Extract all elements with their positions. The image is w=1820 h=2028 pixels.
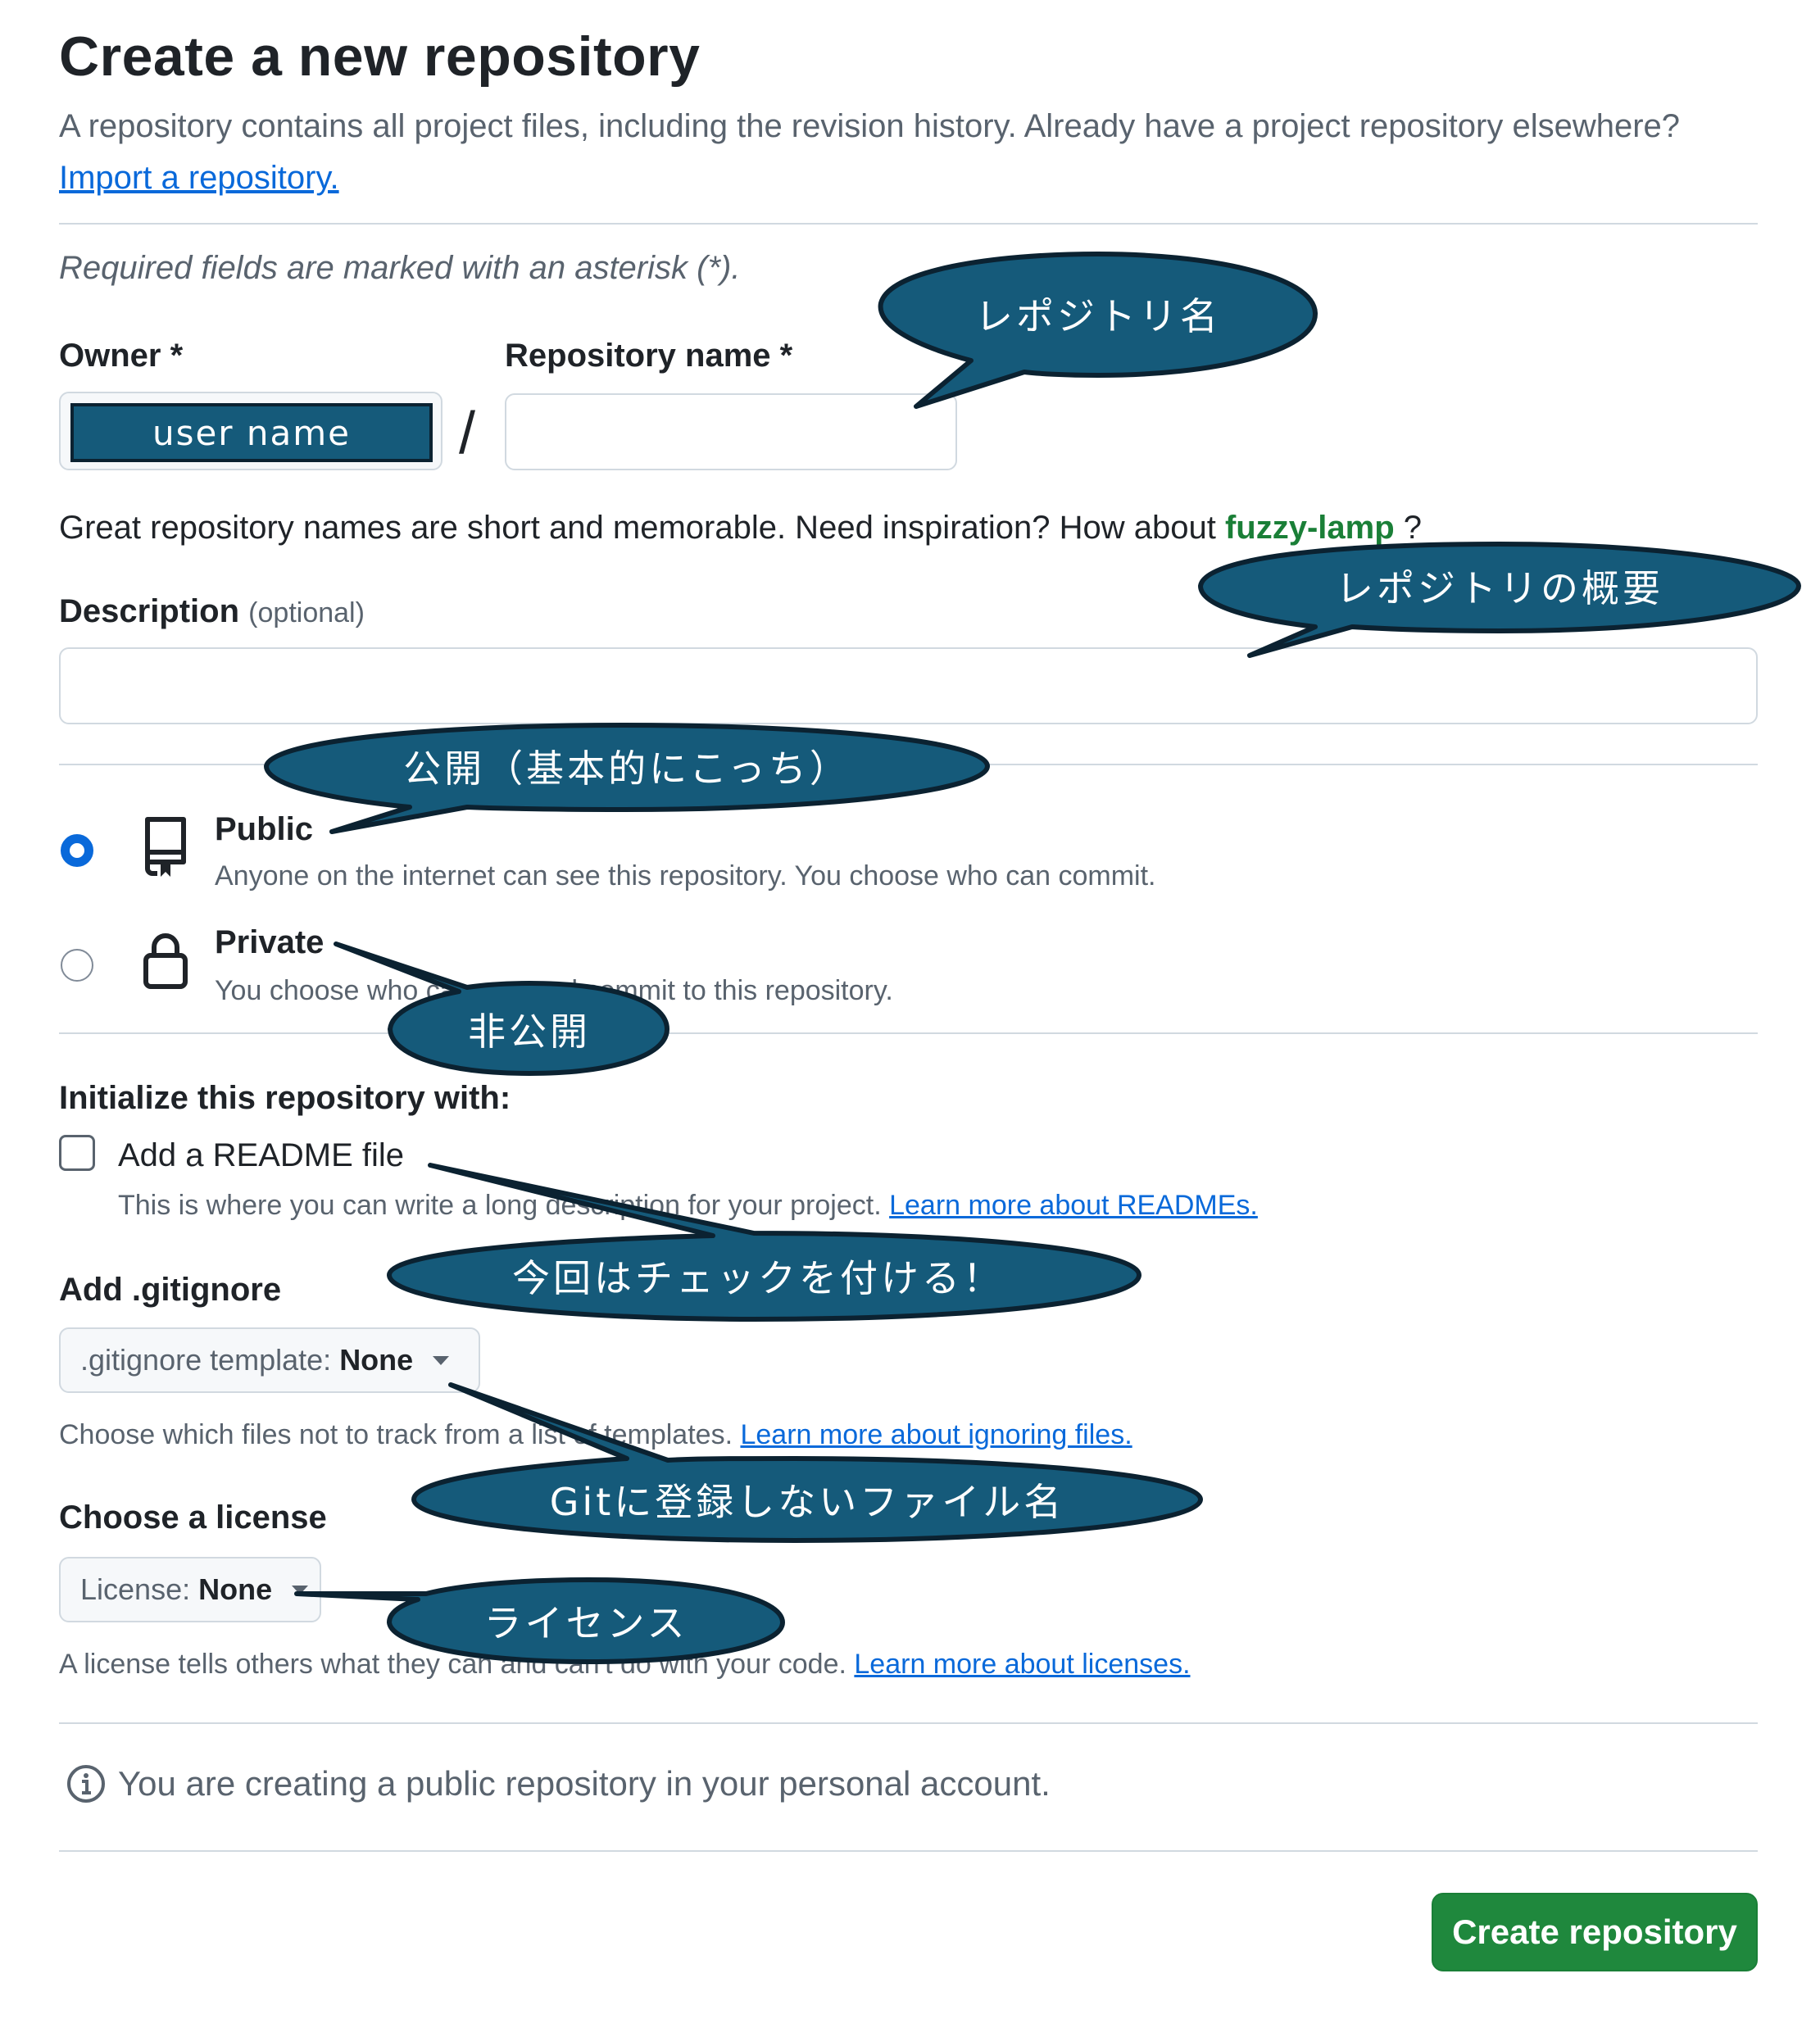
name-suggestion[interactable]: fuzzy-lamp [1225, 510, 1395, 546]
divider [59, 764, 1758, 765]
readme-learn-more-link[interactable]: Learn more about READMEs. [889, 1190, 1258, 1221]
license-select-prefix: License: [80, 1572, 191, 1606]
init-heading: Initialize this repository with: [59, 1080, 511, 1116]
callout-public-text: 公開（基本的にこっち） [403, 746, 851, 791]
readme-desc: This is where you can write a long descr… [118, 1190, 1258, 1222]
owner-select[interactable]: user name [59, 392, 443, 470]
name-hint-suffix: ? [1394, 510, 1423, 546]
license-desc: A license tells others what they can and… [59, 1649, 1191, 1681]
private-title: Private [215, 924, 325, 960]
callout-description-text: レポジトリの概要 [1336, 566, 1663, 610]
public-title: Public [215, 811, 314, 847]
chevron-down-icon [433, 1355, 450, 1365]
lock-icon [141, 931, 190, 994]
page-subtitle: A repository contains all project files,… [59, 108, 1681, 144]
import-repository-link[interactable]: Import a repository. [59, 160, 339, 197]
license-desc-text: A license tells others what they can and… [59, 1649, 846, 1680]
divider [59, 1032, 1758, 1034]
gitignore-select-prefix: .gitignore template: [80, 1343, 332, 1377]
readme-label[interactable]: Add a README file [118, 1137, 404, 1174]
gitignore-heading: Add .gitignore [59, 1272, 282, 1308]
description-optional: (optional) [248, 597, 365, 628]
info-icon [66, 1763, 107, 1804]
readme-checkbox[interactable] [59, 1135, 95, 1171]
repo-name-input[interactable] [505, 393, 957, 470]
callout-repo-name-text: レポジトリ名 [975, 294, 1221, 338]
description-label-text: Description [59, 593, 240, 629]
license-learn-more-link[interactable]: Learn more about licenses. [854, 1649, 1190, 1680]
divider [59, 223, 1758, 225]
divider [59, 1722, 1758, 1724]
gitignore-select-value: None [339, 1343, 414, 1377]
callout-private-text: 非公開 [468, 1009, 591, 1054]
name-hint-text: Great repository names are short and mem… [59, 510, 1216, 546]
public-radio[interactable] [61, 834, 93, 867]
gitignore-template-select[interactable]: .gitignore template: None [59, 1327, 480, 1393]
license-heading: Choose a license [59, 1499, 327, 1536]
divider [59, 1850, 1758, 1852]
description-label: Description (optional) [59, 593, 365, 630]
owner-value: user name [70, 403, 433, 462]
readme-desc-text: This is where you can write a long descr… [118, 1190, 882, 1221]
public-repo-icon [141, 816, 190, 882]
public-desc: Anyone on the internet can see this repo… [215, 860, 1156, 892]
info-text: You are creating a public repository in … [118, 1764, 1051, 1803]
gitignore-desc-text: Choose which files not to track from a l… [59, 1419, 733, 1450]
gitignore-learn-more-link[interactable]: Learn more about ignoring files. [740, 1419, 1132, 1450]
slash-separator: / [459, 401, 476, 466]
callout-readme-text: 今回はチェックを付ける！ [512, 1256, 1004, 1300]
license-select[interactable]: License: None [59, 1557, 321, 1622]
gitignore-desc: Choose which files not to track from a l… [59, 1419, 1132, 1451]
chevron-down-icon [292, 1585, 309, 1595]
owner-label: Owner * [59, 338, 184, 374]
repo-name-label: Repository name * [505, 338, 793, 374]
page-title: Create a new repository [59, 25, 701, 88]
license-select-value: None [198, 1572, 273, 1606]
description-input[interactable] [59, 647, 1758, 724]
callout-gitignore-text: Gitに登録しないファイル名 [549, 1480, 1065, 1524]
private-radio[interactable] [61, 949, 93, 982]
callout-license-text: ライセンス [483, 1601, 688, 1645]
info-message: You are creating a public repository in … [66, 1763, 1051, 1804]
required-note: Required fields are marked with an aster… [59, 250, 741, 286]
name-hint: Great repository names are short and mem… [59, 510, 1422, 547]
create-repository-button[interactable]: Create repository [1432, 1893, 1758, 1971]
